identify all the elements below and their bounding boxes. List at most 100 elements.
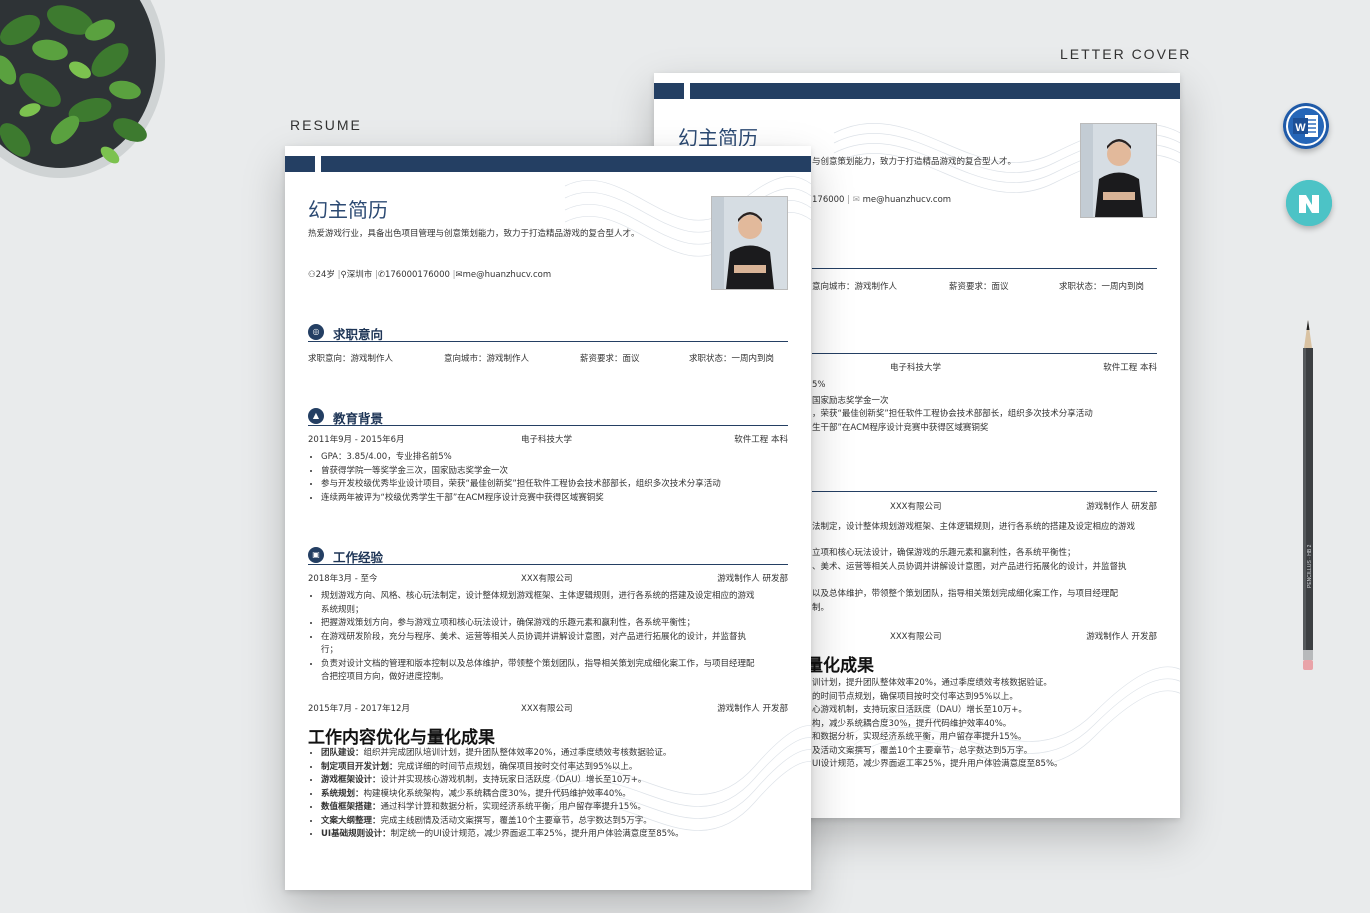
pencil-image: PENCILLUS · HB 2 <box>1303 320 1313 670</box>
cover-opt-frag-7: UI设计规范，减少界面返工率25%，提升用户体验满意度至85%。 <box>812 759 1063 769</box>
cover-edu-frag-1: 5% <box>812 380 826 390</box>
target-icon: ◎ <box>308 324 324 340</box>
potted-plant-image <box>0 0 165 178</box>
list-item: 系统规划：构建模块化系统架构，减少系统耦合度30%，提升代码维护效率40%。 <box>321 788 799 802</box>
intent-position: 求职意向：游戏制作人 <box>308 354 394 364</box>
resume-contacts: ⚇ 24岁 | ⚲ 深圳市 | ✆ 176000176000 | ✉ me@hu… <box>308 270 552 280</box>
resume-name: 幻主简历 <box>308 198 388 222</box>
list-item: 参与开发校级优秀毕业设计项目，荣获“最佳创新奖”担任软件工程协会技术部部长，组织… <box>321 478 791 492</box>
resume-sheet: 幻主简历 热爱游戏行业，具备出色项目管理与创意策划能力，致力于打造精品游戏的复合… <box>285 146 811 890</box>
cover-opt-frag-2: 的时间节点规划，确保项目按时交付率达到95%以上。 <box>812 692 1018 702</box>
cover-intent-salary: 薪资要求：面议 <box>949 282 1009 292</box>
mail-icon: ✉ <box>455 270 463 280</box>
intent-rule <box>308 341 788 342</box>
cover-role-1: 游戏制作人 研发部 <box>1086 502 1157 512</box>
pencil-text: PENCILLUS · HB 2 <box>1307 544 1313 588</box>
cover-opt-frag-6: 及活动文案撰写，覆盖10个主要章节，总字数达到5万字。 <box>812 746 1033 756</box>
resume-age: 24岁 <box>315 270 335 280</box>
education-major: 软件工程 本科 <box>734 435 788 445</box>
graduation-cap-icon: ▲ <box>308 408 324 424</box>
cover-work-frag-7: 制。 <box>812 603 830 613</box>
cover-intent-city: 意向城市：游戏制作人 <box>812 282 898 292</box>
cover-opt-frag-4: 构，减少系统耦合度30%，提升代码维护效率40%。 <box>812 719 1012 729</box>
cover-opt-frag-1: 训计划，提升团队整体效率20%，通过季度绩效考核数据验证。 <box>812 678 1052 688</box>
education-rule <box>308 425 788 426</box>
cover-school: 电子科技大学 <box>890 363 942 373</box>
list-item: 把握游戏策划方向，参与游戏立项和核心玩法设计，确保游戏的乐趣元素和赢利性，各系统… <box>321 617 799 631</box>
education-list: GPA：3.85/4.00，专业排名前5% 曾获得学院一等奖学金三次，国家励志奖… <box>309 451 791 505</box>
cover-rule-intent <box>812 268 1157 269</box>
cover-role-2: 游戏制作人 开发部 <box>1086 632 1157 642</box>
cover-optimize-heading: 量化成果 <box>806 656 874 676</box>
cover-major: 软件工程 本科 <box>1103 363 1157 373</box>
cover-label: LETTER COVER <box>1060 46 1192 62</box>
optimize-heading: 工作内容优化与量化成果 <box>308 728 495 748</box>
cover-edu-frag-4: 生干部”在ACM程序设计竞赛中获得区域赛铜奖 <box>812 423 989 433</box>
list-item: 游戏框架设计：设计并实现核心游戏机制，支持玩家日活跃度（DAU）增长至10万+。 <box>321 774 799 788</box>
cover-opt-frag-5: 和数据分析，实现经济系统平衡，用户留存率提升15%。 <box>812 732 1027 742</box>
person-icon: ⚇ <box>308 270 316 280</box>
cover-company-1: XXX有限公司 <box>890 502 942 512</box>
cover-edu-frag-3: ，荣获“最佳创新奖”担任软件工程协会技术部部长，组织多次技术分享活动 <box>812 409 1093 419</box>
cover-intent-status: 求职状态：一周内到岗 <box>1059 282 1145 292</box>
cover-phone: 176000 <box>812 195 845 205</box>
job1-list: 规划游戏方向、风格、核心玩法制定，设计整体规划游戏框架、主体逻辑规则，进行各系统… <box>309 590 799 685</box>
resume-phone: 176000176000 <box>384 270 450 280</box>
header-bar <box>654 83 1180 99</box>
cover-rule-edu <box>812 353 1157 354</box>
cover-slogan: 与创意策划能力，致力于打造精品游戏的复合型人才。 <box>812 157 1017 167</box>
job1-role: 游戏制作人 研发部 <box>717 574 788 584</box>
list-item: 文案大纲整理：完成主线剧情及活动文案撰写，覆盖10个主要章节，总字数达到5万字。 <box>321 815 799 829</box>
resume-slogan: 热爱游戏行业，具备出色项目管理与创意策划能力，致力于打造精品游戏的复合型人才。 <box>308 229 640 239</box>
briefcase-icon: ▣ <box>308 547 324 563</box>
n-logo-icon <box>1286 180 1332 226</box>
intent-salary: 薪资要求：面议 <box>580 354 640 364</box>
list-item: 行； <box>321 645 339 655</box>
list-item: 团队建设：组织并完成团队培训计划，提升团队整体效率20%，通过季度绩效考核数据验… <box>321 747 799 761</box>
cover-work-frag-1: 法制定，设计整体规划游戏框架、主体逻辑规则，进行各系统的搭建及设定相应的游戏 <box>812 522 1136 532</box>
list-item: 数值框架搭建：通过科学计算和数据分析，实现经济系统平衡，用户留存率提升15%。 <box>321 801 799 815</box>
intent-city: 意向城市：游戏制作人 <box>444 354 530 364</box>
job2-company: XXX有限公司 <box>521 704 573 714</box>
person-photo-icon <box>712 197 787 289</box>
header-bar <box>285 156 811 172</box>
cover-company-2: XXX有限公司 <box>890 632 942 642</box>
resume-photo <box>711 196 788 290</box>
list-item: 负责对设计文档的管理和版本控制以及总体维护，带领整个策划团队，指导相关策划完成细… <box>321 658 799 672</box>
phone-icon: ✆ <box>377 270 385 280</box>
intent-status: 求职状态：一周内到岗 <box>689 354 775 364</box>
cover-rule-work <box>812 491 1157 492</box>
list-item: 在游戏研发阶段，充分与程序、美术、运营等相关人员协调并讲解设计意图，对产品进行拓… <box>321 631 799 645</box>
list-item: 曾获得学院一等奖学金三次，国家励志奖学金一次 <box>321 465 791 479</box>
cover-work-frag-6: 以及总体维护，带领整个策划团队，指导相关策划完成细化案工作，与项目经理配 <box>812 589 1119 599</box>
teal-app-icon[interactable] <box>1286 180 1332 226</box>
word-icon: W <box>1283 103 1329 149</box>
header-bar-small <box>285 156 315 172</box>
resume-city: 深圳市 <box>346 270 373 280</box>
resume-label: RESUME <box>290 117 362 133</box>
list-item: 连续两年被评为“校级优秀学生干部”在ACM程序设计竞赛中获得区域赛铜奖 <box>321 492 791 506</box>
person-photo-icon <box>1081 124 1156 217</box>
cover-work-frag-4: 、美术、运营等相关人员协调并讲解设计意图，对产品进行拓展化的设计，并监督执 <box>812 562 1127 572</box>
education-date: 2011年9月 - 2015年6月 <box>308 435 405 445</box>
job2-role: 游戏制作人 开发部 <box>717 704 788 714</box>
cover-contacts: 176000 | ✉ me@huanzhucv.com <box>812 195 952 205</box>
list-item: 系统规则； <box>321 604 364 615</box>
work-rule <box>308 564 788 565</box>
cover-opt-frag-3: 心游戏机制，支持玩家日活跃度（DAU）增长至10万+。 <box>812 705 1027 715</box>
svg-text:W: W <box>1295 122 1306 134</box>
cover-email: me@huanzhucv.com <box>862 195 952 205</box>
cover-work-frag-3: 立项和核心玩法设计，确保游戏的乐趣元素和赢利性，各系统平衡性； <box>812 548 1076 558</box>
cover-photo <box>1080 123 1157 218</box>
word-app-icon[interactable]: W <box>1283 103 1329 149</box>
resume-email: me@huanzhucv.com <box>462 270 552 280</box>
list-item: GPA：3.85/4.00，专业排名前5% <box>321 451 791 465</box>
cover-edu-frag-2: 国家励志奖学金一次 <box>812 396 889 406</box>
header-bar-small <box>654 83 684 99</box>
optimize-list: 团队建设：组织并完成团队培训计划，提升团队整体效率20%，通过季度绩效考核数据验… <box>309 747 799 842</box>
job2-date: 2015年7月 - 2017年12月 <box>308 704 410 714</box>
header-bar-large <box>690 83 1180 99</box>
list-item: 规划游戏方向、风格、核心玩法制定，设计整体规划游戏框架、主体逻辑规则，进行各系统… <box>321 590 799 604</box>
job1-company: XXX有限公司 <box>521 574 573 584</box>
list-item: 合把控项目方向，做好进度控制。 <box>321 672 449 682</box>
